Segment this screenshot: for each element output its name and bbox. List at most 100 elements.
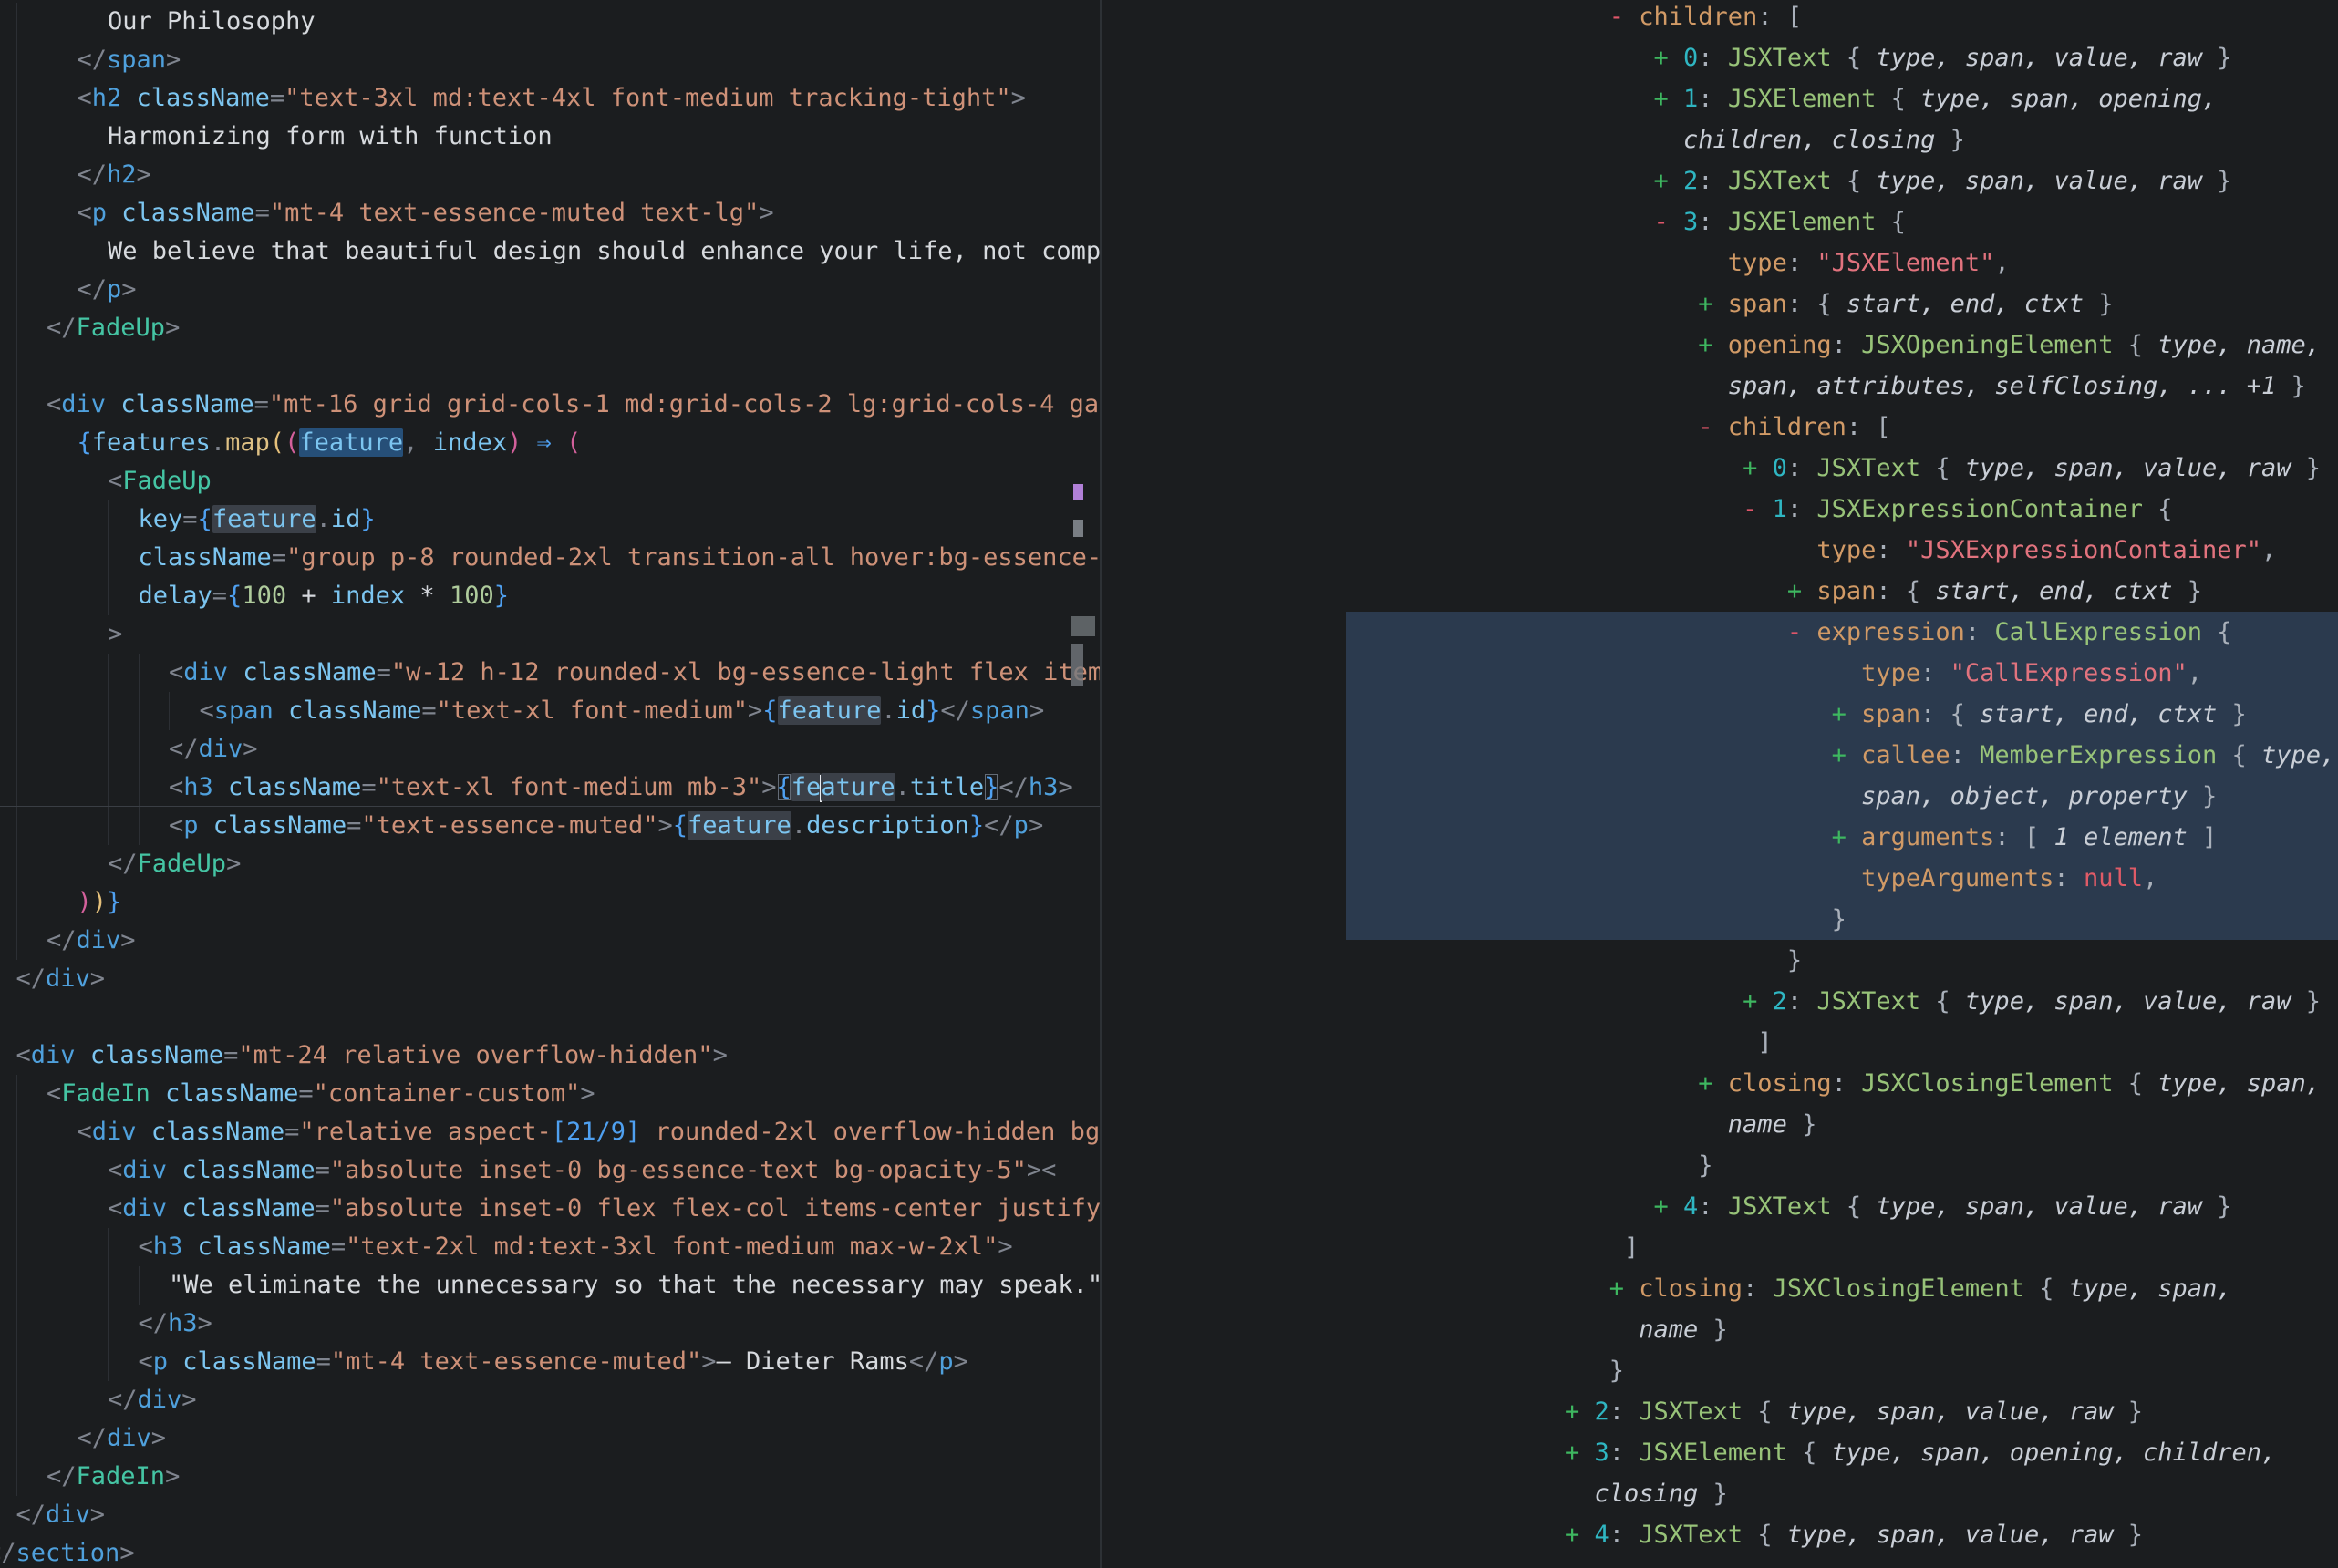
ast-line[interactable]: +0: JSXText { type, span, value, raw } <box>1102 37 2338 78</box>
code-line[interactable]: > <box>0 615 1100 654</box>
expand-icon[interactable]: + <box>1698 325 1728 366</box>
code-line[interactable] <box>0 347 1100 386</box>
code-line[interactable]: <h3 className="text-2xl md:text-3xl font… <box>0 1228 1100 1266</box>
code-line[interactable]: <div className="mt-16 grid grid-cols-1 m… <box>0 386 1100 424</box>
ast-line-selected[interactable]: type: "CallExpression", <box>1102 653 2338 694</box>
ast-line[interactable]: span, attributes, selfClosing, ... +1 } <box>1102 366 2338 407</box>
code-line[interactable] <box>0 998 1100 1037</box>
code-line[interactable]: <h2 className="text-3xl md:text-4xl font… <box>0 79 1100 118</box>
code-line[interactable]: <div className="w-12 h-12 rounded-xl bg-… <box>0 654 1100 692</box>
ast-line[interactable]: +span: { start, end, ctxt } <box>1102 284 2338 325</box>
expand-icon[interactable]: + <box>1565 1514 1595 1555</box>
scrollbar-thumb[interactable] <box>1071 644 1083 686</box>
code-line[interactable]: </div> <box>0 1419 1100 1458</box>
ast-line[interactable]: +2: JSXText { type, span, value, raw } <box>1102 981 2338 1022</box>
ast-line[interactable]: type: "JSXExpressionContainer", <box>1102 530 2338 571</box>
ast-line[interactable]: -1: JSXExpressionContainer { <box>1102 489 2338 530</box>
ast-line[interactable]: +closing: JSXClosingElement { type, span… <box>1102 1268 2338 1309</box>
expand-icon[interactable]: + <box>1654 160 1684 201</box>
code-line[interactable]: We believe that beautiful design should … <box>0 232 1100 271</box>
code-line[interactable]: Our Philosophy <box>0 3 1100 41</box>
ast-line-selected[interactable]: -expression: CallExpression { <box>1102 612 2338 653</box>
expand-icon[interactable]: + <box>1832 817 1862 858</box>
code-line[interactable]: <p className="text-essence-muted">{featu… <box>0 807 1100 845</box>
collapse-icon[interactable]: - <box>1654 201 1684 242</box>
ast-line[interactable]: +closing: JSXClosingElement { type, span… <box>1102 1063 2338 1104</box>
code-line[interactable]: </div> <box>0 960 1100 998</box>
ast-line[interactable]: closing } <box>1102 1473 2338 1514</box>
expand-icon[interactable]: + <box>1654 37 1684 78</box>
expand-icon[interactable]: + <box>1832 735 1862 776</box>
expand-icon[interactable]: + <box>1743 448 1773 489</box>
ast-line[interactable]: ] <box>1102 1022 2338 1063</box>
code-line[interactable]: </section> <box>0 1534 1100 1568</box>
ast-line[interactable]: +0: JSXText { type, span, value, raw } <box>1102 448 2338 489</box>
code-line[interactable]: <div className="absolute inset-0 bg-esse… <box>0 1151 1100 1190</box>
ast-line-selected[interactable]: +callee: MemberExpression { type, <box>1102 735 2338 776</box>
ast-line[interactable]: +2: JSXText { type, span, value, raw } <box>1102 160 2338 201</box>
expand-icon[interactable]: + <box>1832 694 1862 735</box>
collapse-icon[interactable]: - <box>1743 489 1773 530</box>
code-line[interactable]: <div className="mt-24 relative overflow-… <box>0 1037 1100 1075</box>
code-line[interactable]: </div> <box>0 730 1100 769</box>
ast-line-selected[interactable]: +span: { start, end, ctxt } <box>1102 694 2338 735</box>
ast-line[interactable]: +4: JSXText { type, span, value, raw } <box>1102 1186 2338 1227</box>
code-line-current[interactable]: <h3 className="text-xl font-medium mb-3"… <box>0 769 1100 807</box>
expand-icon[interactable]: + <box>1698 1063 1728 1104</box>
ast-line-selected[interactable]: typeArguments: null, <box>1102 858 2338 899</box>
code-line[interactable]: <p className="mt-4 text-essence-muted">—… <box>0 1343 1100 1381</box>
code-line[interactable]: </div> <box>0 922 1100 960</box>
code-line[interactable]: </h2> <box>0 156 1100 194</box>
code-line[interactable]: <FadeIn className="container-custom"> <box>0 1075 1100 1113</box>
code-line[interactable]: </FadeIn> <box>0 1458 1100 1496</box>
expand-icon[interactable]: + <box>1654 1186 1684 1227</box>
expand-icon[interactable]: + <box>1654 78 1684 119</box>
ast-line[interactable]: +span: { start, end, ctxt } <box>1102 571 2338 612</box>
collapse-icon[interactable]: - <box>1609 0 1640 37</box>
code-line[interactable]: <div className="absolute inset-0 flex fl… <box>0 1190 1100 1228</box>
ast-panel[interactable]: -children: [+0: JSXText { type, span, va… <box>1102 0 2338 1568</box>
ast-line-selected[interactable]: span, object, property } <box>1102 776 2338 817</box>
ast-line[interactable]: -children: [ <box>1102 407 2338 448</box>
code-line[interactable]: {features.map((feature, index) ⇒ ( <box>0 424 1100 462</box>
code-line[interactable]: <div className="relative aspect-[21/9] r… <box>0 1113 1100 1151</box>
code-line[interactable]: <span className="text-xl font-medium">{f… <box>0 692 1100 730</box>
ast-line[interactable]: } <box>1102 1145 2338 1186</box>
code-line[interactable]: </h3> <box>0 1305 1100 1343</box>
code-line[interactable]: </p> <box>0 271 1100 309</box>
ast-line[interactable]: +1: JSXElement { type, span, opening, <box>1102 78 2338 119</box>
code-line[interactable]: className="group p-8 rounded-2xl transit… <box>0 539 1100 577</box>
expand-icon[interactable]: + <box>1609 1268 1640 1309</box>
code-editor[interactable]: Our Philosophy</span><h2 className="text… <box>0 0 1100 1568</box>
ast-line[interactable]: children, closing } <box>1102 119 2338 160</box>
code-line[interactable]: Harmonizing form with function <box>0 118 1100 156</box>
ast-line[interactable]: name } <box>1102 1309 2338 1350</box>
ast-line[interactable]: +4: JSXText { type, span, value, raw } <box>1102 1514 2338 1555</box>
ast-line[interactable]: +opening: JSXOpeningElement { type, name… <box>1102 325 2338 366</box>
code-line[interactable]: <FadeUp <box>0 462 1100 500</box>
collapse-icon[interactable]: - <box>1787 612 1817 653</box>
code-line[interactable]: ))} <box>0 883 1100 922</box>
code-line[interactable]: <p className="mt-4 text-essence-muted te… <box>0 194 1100 232</box>
ast-line[interactable]: } <box>1102 940 2338 981</box>
code-line[interactable]: </span> <box>0 41 1100 79</box>
expand-icon[interactable]: + <box>1743 981 1773 1022</box>
ast-line-selected[interactable]: } <box>1102 899 2338 940</box>
code-line[interactable]: delay={100 + index * 100} <box>0 577 1100 615</box>
ast-line[interactable]: +2: JSXText { type, span, value, raw } <box>1102 1391 2338 1432</box>
expand-icon[interactable]: + <box>1787 571 1817 612</box>
code-line[interactable]: </div> <box>0 1496 1100 1534</box>
ast-line[interactable]: -3: JSXElement { <box>1102 201 2338 242</box>
ast-line[interactable]: +3: JSXElement { type, span, opening, ch… <box>1102 1432 2338 1473</box>
code-line[interactable]: </FadeUp> <box>0 845 1100 883</box>
ast-line[interactable]: } <box>1102 1350 2338 1391</box>
expand-icon[interactable]: + <box>1565 1432 1595 1473</box>
code-line[interactable]: key={feature.id} <box>0 500 1100 539</box>
collapse-icon[interactable]: - <box>1698 407 1728 448</box>
expand-icon[interactable]: + <box>1565 1391 1595 1432</box>
code-line[interactable]: "We eliminate the unnecessary so that th… <box>0 1266 1100 1305</box>
code-line[interactable]: </FadeUp> <box>0 309 1100 347</box>
ast-line[interactable]: name } <box>1102 1104 2338 1145</box>
code-line[interactable]: </div> <box>0 1381 1100 1419</box>
ast-line-selected[interactable]: +arguments: [ 1 element ] <box>1102 817 2338 858</box>
